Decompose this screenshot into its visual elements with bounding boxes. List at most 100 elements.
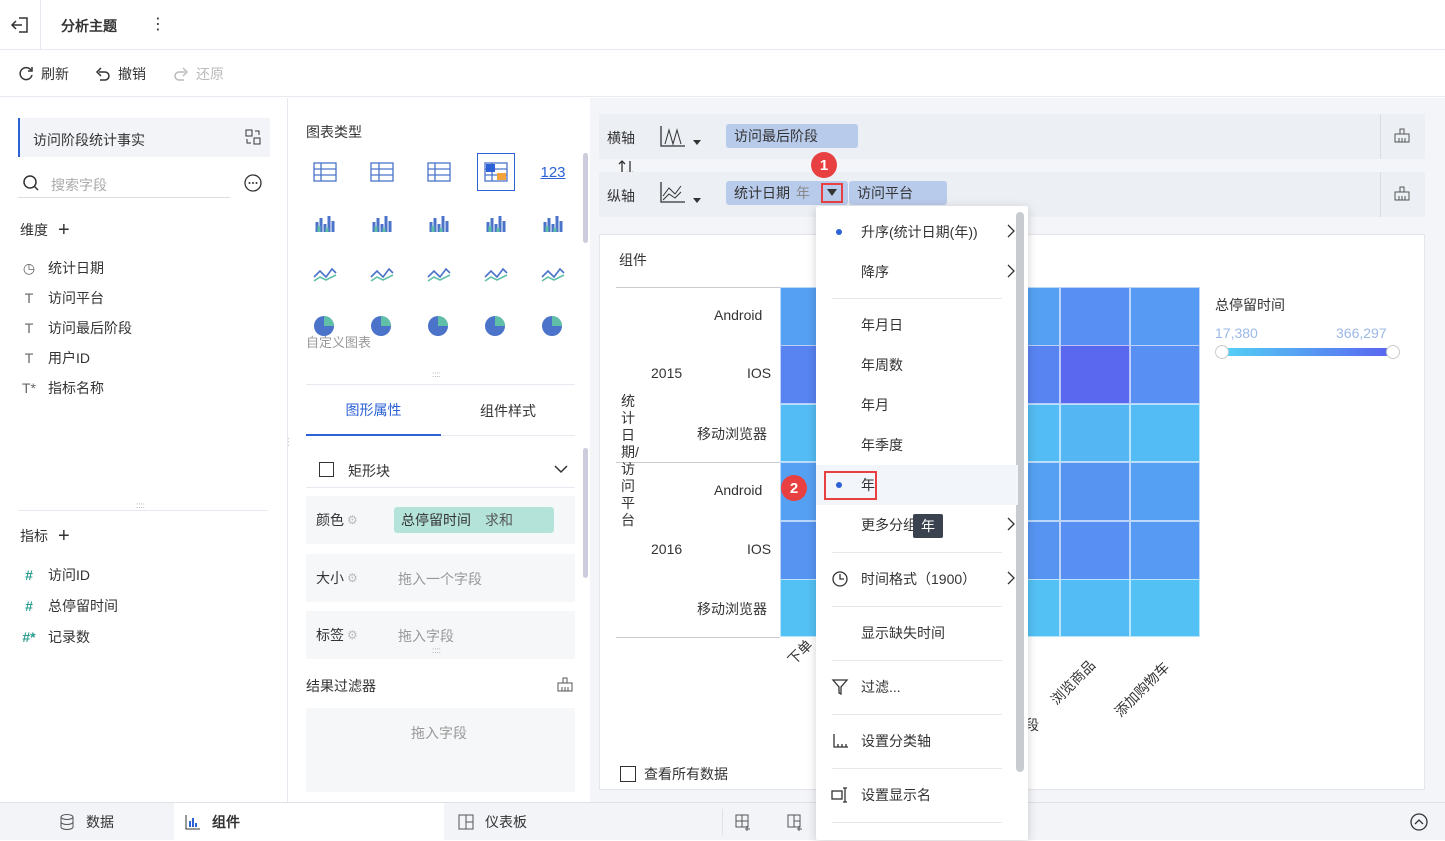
collapse-up-icon[interactable] xyxy=(1409,812,1429,832)
grouped-bar-icon[interactable] xyxy=(306,204,344,242)
stacked-bar-icon[interactable] xyxy=(363,204,401,242)
exit-icon[interactable] xyxy=(10,15,32,35)
line-chart-icon[interactable] xyxy=(306,255,344,293)
splitter-handle[interactable]: :::: xyxy=(432,370,441,379)
menu-item[interactable]: 年周数 xyxy=(816,345,1018,385)
shape-selector[interactable]: 矩形块 xyxy=(306,450,575,488)
clear-broom-icon[interactable] xyxy=(1392,184,1412,202)
horizontal-bar-icon[interactable] xyxy=(477,204,515,242)
tab-component-style[interactable]: 组件样式 xyxy=(441,386,575,436)
chevron-down-icon xyxy=(554,465,568,474)
splitter-handle[interactable]: :::: xyxy=(432,646,441,655)
menu-item[interactable]: 年月日 xyxy=(816,305,1018,345)
menu-item[interactable]: 显示缺失时间 xyxy=(816,613,1018,653)
metric-field[interactable]: # 总停留时间 xyxy=(20,596,118,616)
heatmap-cell[interactable] xyxy=(1060,462,1130,521)
add-component-icon[interactable] xyxy=(734,813,752,831)
sunburst-icon[interactable] xyxy=(420,306,458,344)
bubble-icon[interactable] xyxy=(534,306,572,344)
more-menu-icon[interactable]: ⋮ xyxy=(150,14,166,34)
table-selector[interactable]: 访问阶段统计事实 xyxy=(18,118,270,157)
search-input[interactable]: 搜索字段 xyxy=(51,175,107,195)
show-all-data-checkbox[interactable]: 查看所有数据 xyxy=(620,764,728,784)
table-icon[interactable] xyxy=(306,153,344,191)
color-row[interactable]: 颜色 ⚙ 总停留时间 求和 xyxy=(306,496,575,544)
legend-handle[interactable] xyxy=(1215,345,1229,359)
scatter-icon[interactable] xyxy=(477,306,515,344)
heatmap-cell[interactable] xyxy=(1060,287,1130,346)
rose-chart-icon[interactable] xyxy=(363,306,401,344)
metric-field[interactable]: # 访问ID xyxy=(20,565,90,585)
dimension-field[interactable]: T 访问最后阶段 xyxy=(20,318,132,338)
menu-item[interactable]: 升序(统计日期(年)) xyxy=(816,212,1018,252)
tab-component[interactable]: 组件 xyxy=(174,803,444,841)
heatmap-cell[interactable] xyxy=(1060,345,1130,404)
dimension-field[interactable]: ◷ 统计日期 xyxy=(20,258,104,278)
x-axis-row[interactable]: 横轴 访问最后阶段 xyxy=(599,114,1425,159)
gear-icon[interactable]: ⚙ xyxy=(347,628,358,642)
pie-chart-icon[interactable] xyxy=(306,306,344,344)
undo-button[interactable]: 撤销 xyxy=(94,63,146,85)
add-dashboard-icon[interactable] xyxy=(786,813,804,831)
detail-table-icon[interactable] xyxy=(420,153,458,191)
field-dropdown-button[interactable] xyxy=(821,183,843,203)
tab-graphic-properties[interactable]: 图形属性 xyxy=(306,386,441,436)
heatmap-cell[interactable] xyxy=(1130,345,1200,404)
bar-chart-icon[interactable] xyxy=(420,204,458,242)
heatmap-cell[interactable] xyxy=(1130,579,1200,637)
add-metric-icon[interactable]: + xyxy=(58,526,70,546)
y-axis-icon[interactable] xyxy=(659,180,703,208)
platform-label: IOS xyxy=(747,365,772,381)
gauge-icon[interactable] xyxy=(534,255,572,293)
clear-broom-icon[interactable] xyxy=(555,675,575,693)
refresh-button[interactable]: 刷新 xyxy=(17,63,69,85)
x-axis-icon[interactable] xyxy=(659,124,703,150)
dimension-field[interactable]: T 用户ID xyxy=(20,348,90,368)
menu-item[interactable]: 降序 xyxy=(816,252,1018,292)
size-row[interactable]: 大小 ⚙ 拖入一个字段 xyxy=(306,554,575,602)
menu-item[interactable]: 设置显示名 xyxy=(816,775,1018,815)
menu-item[interactable]: 年月 xyxy=(816,385,1018,425)
menu-item[interactable]: 过滤... xyxy=(816,667,1018,707)
legend-gradient[interactable] xyxy=(1222,348,1394,356)
radar-line-icon[interactable] xyxy=(363,255,401,293)
heatmap-icon[interactable] xyxy=(477,153,515,191)
gear-icon[interactable]: ⚙ xyxy=(347,571,358,585)
heatmap-cell[interactable] xyxy=(1130,521,1200,580)
undo-icon xyxy=(95,67,110,81)
heatmap-cell[interactable] xyxy=(1060,521,1130,580)
waterfall-icon[interactable] xyxy=(534,204,572,242)
tab-dashboard[interactable]: 仪表板 xyxy=(457,803,527,841)
dimension-field[interactable]: T* 指标名称 xyxy=(20,378,104,398)
menu-item[interactable]: 设置分类轴 xyxy=(816,721,1018,761)
heatmap-cell[interactable] xyxy=(1130,404,1200,462)
menu-item[interactable]: 年季度 xyxy=(816,425,1018,465)
switch-table-icon[interactable] xyxy=(244,128,262,146)
text-icon: T xyxy=(24,350,34,366)
radar-icon[interactable] xyxy=(420,255,458,293)
y-field-pill-platform[interactable]: 访问平台 xyxy=(849,181,947,205)
dimension-field[interactable]: T 访问平台 xyxy=(20,288,104,308)
x-field-pill[interactable]: 访问最后阶段 xyxy=(726,124,858,148)
cross-table-icon[interactable] xyxy=(363,153,401,191)
tab-data[interactable]: 数据 xyxy=(58,803,114,841)
heatmap-cell[interactable] xyxy=(1060,579,1130,637)
redo-button[interactable]: 还原 xyxy=(172,63,224,85)
more-options-icon[interactable] xyxy=(243,173,263,193)
metric-field[interactable]: #* 记录数 xyxy=(20,627,90,647)
area-chart-icon[interactable] xyxy=(477,255,515,293)
filter-drop-zone[interactable]: 拖入字段 xyxy=(306,708,575,792)
heatmap-cell[interactable] xyxy=(1060,404,1130,462)
clear-broom-icon[interactable] xyxy=(1392,126,1412,144)
menu-item[interactable]: 时间格式（1900） xyxy=(816,559,1018,599)
chevron-right-icon xyxy=(1007,264,1015,278)
color-field-pill[interactable]: 总停留时间 求和 xyxy=(394,507,554,533)
heatmap-cell[interactable] xyxy=(1130,462,1200,521)
heatmap-cell[interactable] xyxy=(1130,287,1200,346)
search-field[interactable]: 搜索字段 xyxy=(18,170,230,198)
add-dimension-icon[interactable]: + xyxy=(58,220,70,240)
splitter-handle[interactable]: :::: xyxy=(136,501,145,510)
gear-icon[interactable]: ⚙ xyxy=(347,513,358,527)
kpi-icon[interactable]: 123 xyxy=(534,153,572,191)
legend-handle[interactable] xyxy=(1386,345,1400,359)
